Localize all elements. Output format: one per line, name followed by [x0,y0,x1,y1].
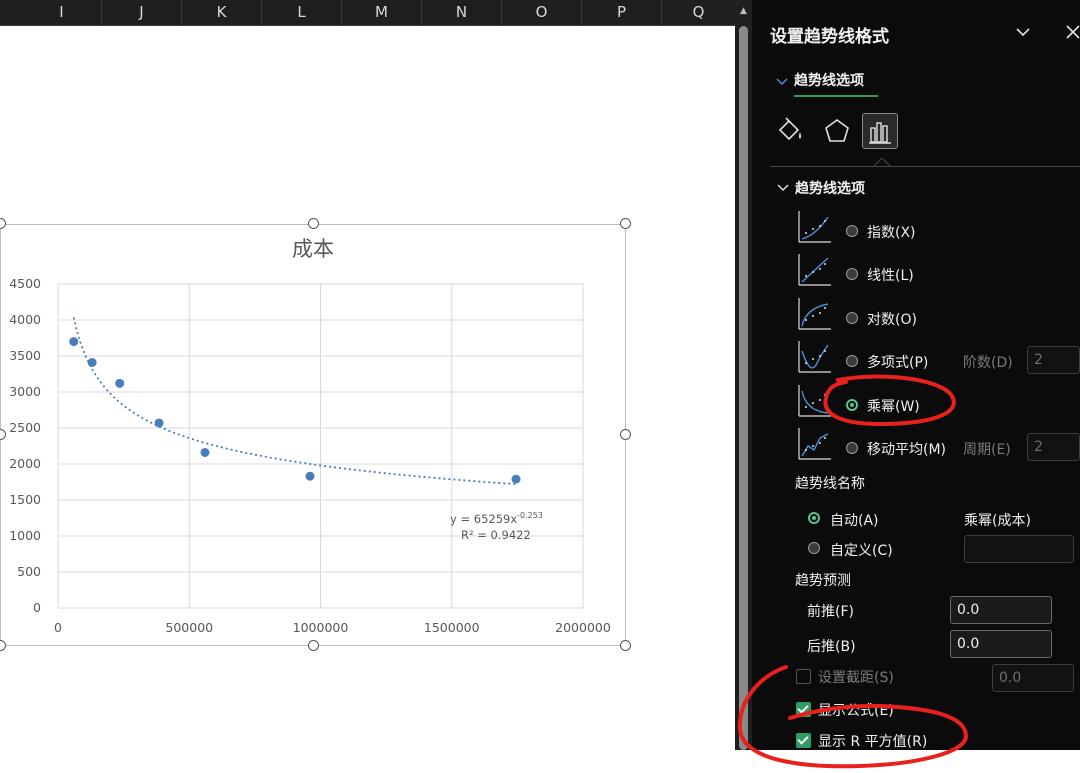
red-annotation-overlay [737,374,969,769]
annotation-circle-checkboxes [737,665,969,769]
annotation-circle-power [823,374,956,427]
